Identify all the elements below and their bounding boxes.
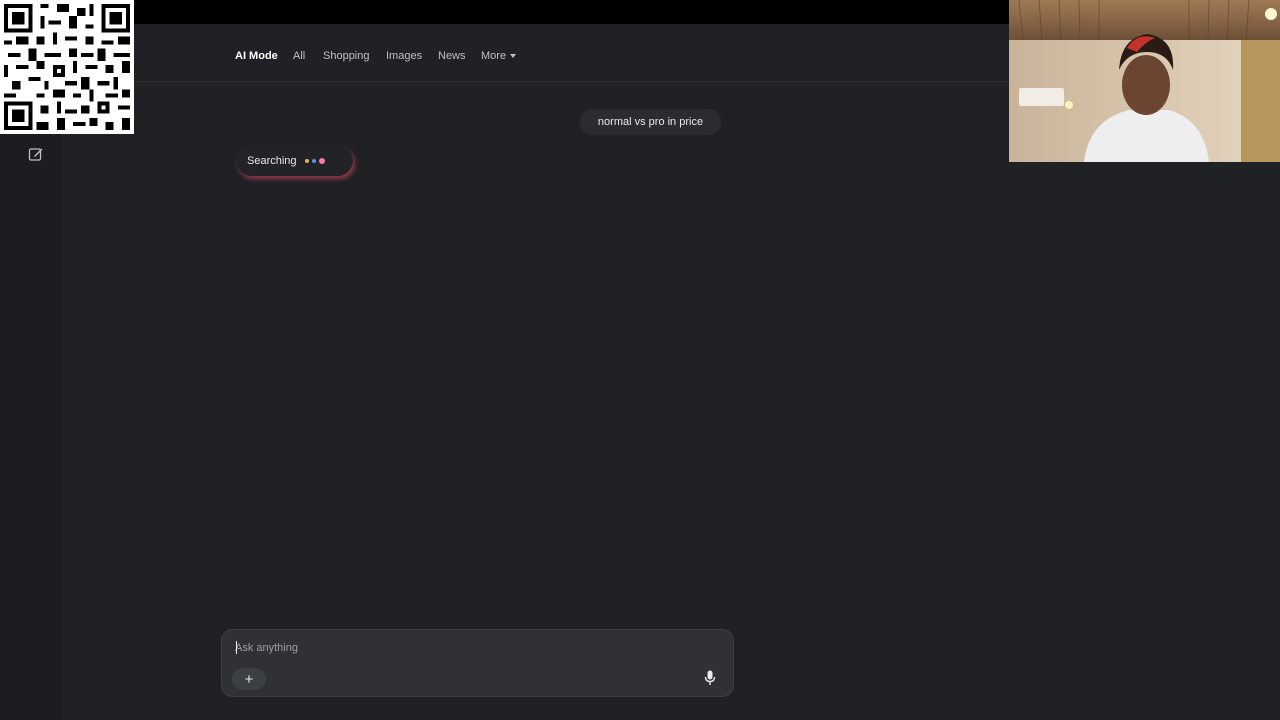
tab-more[interactable]: More	[481, 50, 517, 62]
user-query-bubble: normal vs pro in price	[580, 109, 721, 135]
voice-input-button[interactable]	[699, 667, 721, 689]
tab-images[interactable]: Images	[386, 50, 422, 62]
sparkle-dot	[311, 158, 316, 163]
searching-status-text: Searching	[247, 154, 297, 167]
plus-icon: +	[244, 670, 254, 688]
searching-status-pill: Searching	[236, 145, 353, 176]
chat-composer: +	[221, 629, 734, 697]
add-attachment-button[interactable]: +	[232, 668, 266, 690]
qr-code-image	[0, 0, 134, 134]
microphone-icon	[704, 670, 716, 685]
text-cursor	[236, 641, 237, 654]
tab-shopping[interactable]: Shopping	[323, 50, 370, 62]
sparkle-dot	[304, 158, 309, 163]
chevron-down-icon	[510, 54, 517, 59]
ask-anything-input[interactable]	[235, 639, 635, 657]
tab-all[interactable]: All	[293, 50, 305, 62]
sparkle-dot	[318, 157, 325, 164]
new-chat-button[interactable]	[26, 144, 46, 164]
new-chat-icon	[28, 148, 43, 161]
user-query-text: normal vs pro in price	[597, 116, 704, 128]
tab-news[interactable]: News	[438, 50, 466, 62]
webcam-feed	[1009, 0, 1280, 162]
tab-more-label: More	[481, 50, 507, 62]
sparkle-icon	[304, 157, 325, 164]
tab-ai-mode[interactable]: AI Mode	[235, 50, 278, 62]
